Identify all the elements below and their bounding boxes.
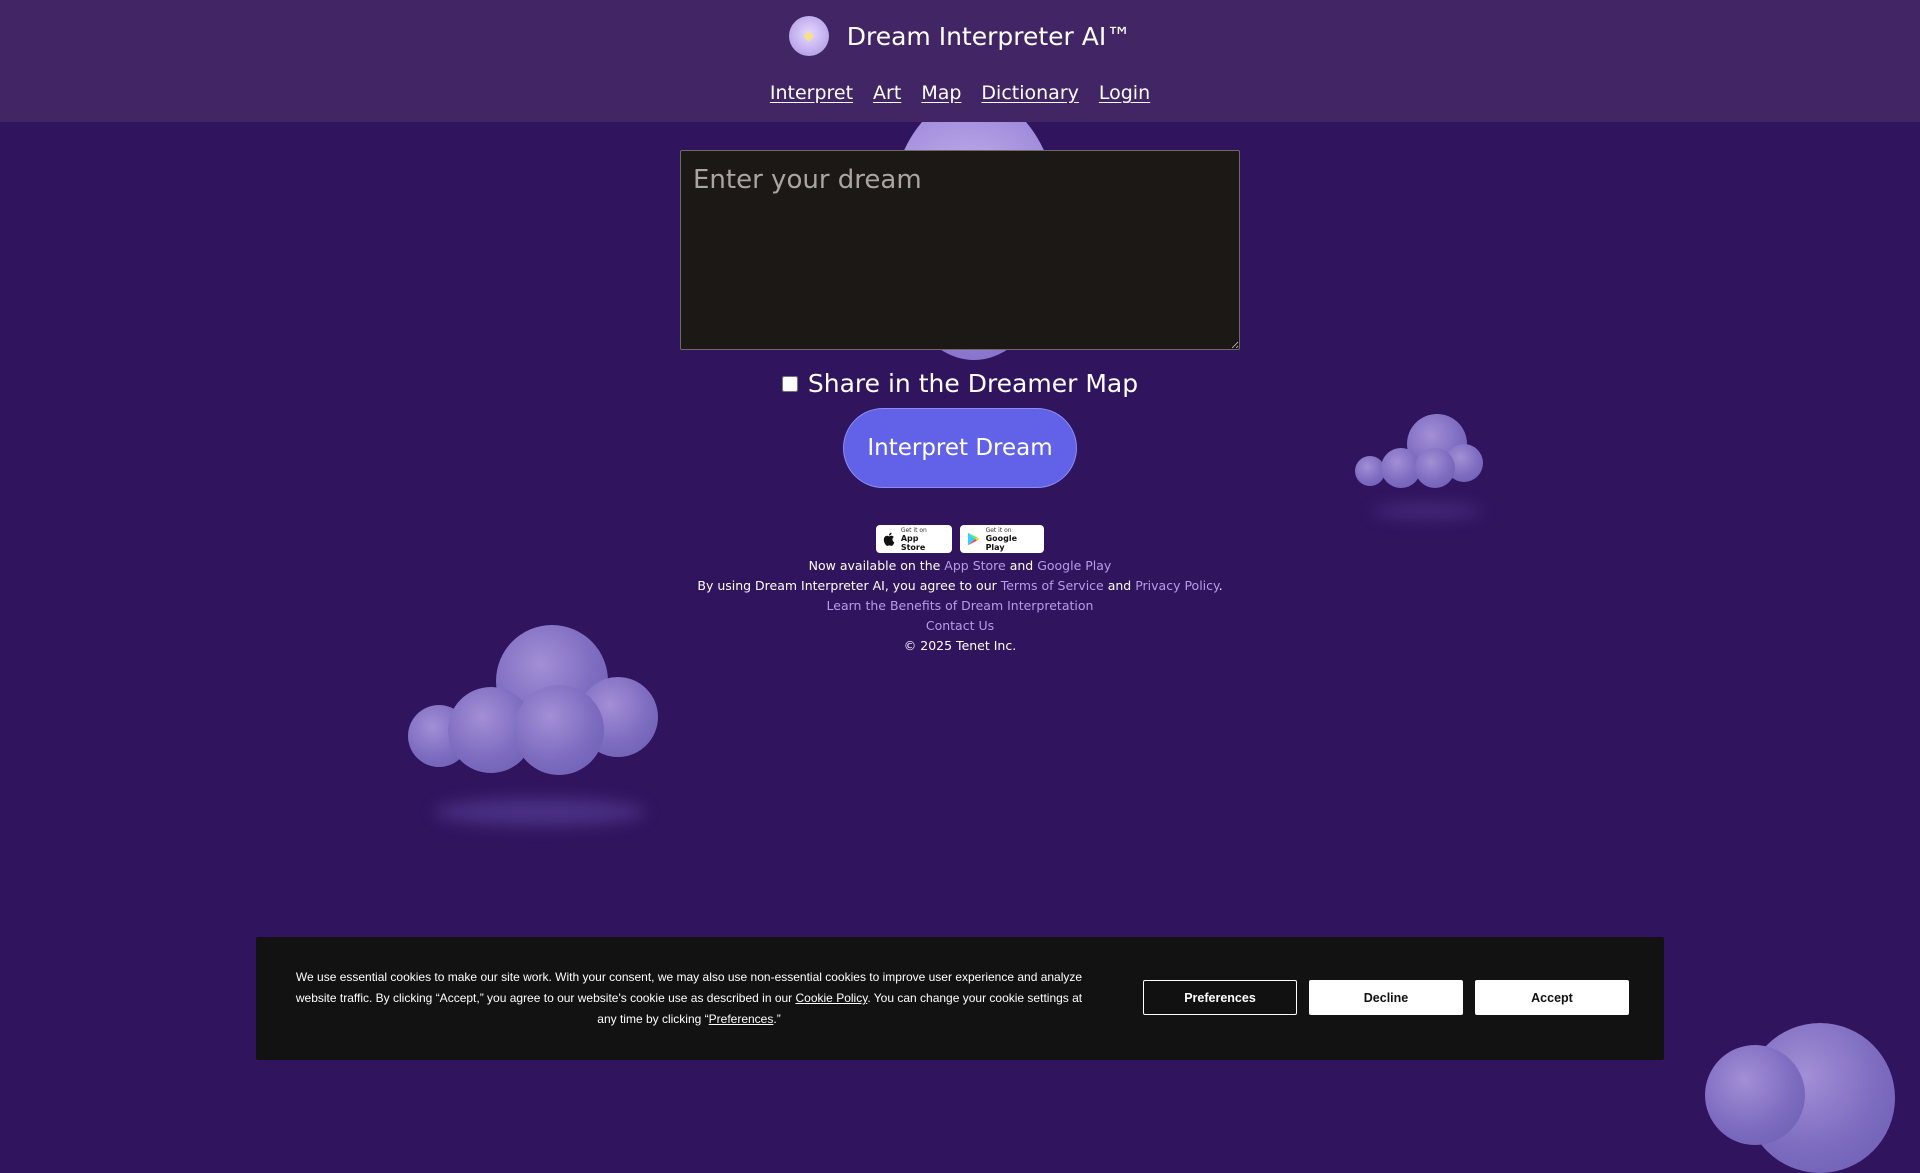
availability-line: Now available on the App Store and Googl… xyxy=(0,556,1920,576)
store-badges: Get it on App Store Get it on Google Pla… xyxy=(0,525,1920,553)
dream-input[interactable] xyxy=(680,150,1240,350)
google-play-link[interactable]: Google Play xyxy=(1037,558,1111,573)
nav-map[interactable]: Map xyxy=(921,82,961,104)
app-store-big-text: App Store xyxy=(900,533,926,552)
google-play-small-text: Get it on xyxy=(985,526,1012,534)
contact-us-link[interactable]: Contact Us xyxy=(926,618,994,633)
nav-login[interactable]: Login xyxy=(1099,82,1150,104)
cookie-preferences-link[interactable]: Preferences xyxy=(709,1012,774,1026)
google-play-icon xyxy=(967,532,980,546)
privacy-policy-link[interactable]: Privacy Policy xyxy=(1135,578,1218,593)
apple-icon xyxy=(883,532,895,546)
footer: Now available on the App Store and Googl… xyxy=(0,556,1920,656)
cookie-policy-link[interactable]: Cookie Policy xyxy=(796,991,868,1005)
terms-of-service-link[interactable]: Terms of Service xyxy=(1001,578,1104,593)
cloud-shadow-left xyxy=(435,798,645,826)
copyright: © 2025 Tenet Inc. xyxy=(903,638,1017,653)
share-label[interactable]: Share in the Dreamer Map xyxy=(808,369,1138,398)
app-store-small-text: Get it on xyxy=(900,526,927,534)
cloud-decoration-right xyxy=(1355,410,1495,510)
app-store-link[interactable]: App Store xyxy=(944,558,1005,573)
cookie-message: We use essential cookies to make our sit… xyxy=(294,967,1084,1030)
decline-button[interactable]: Decline xyxy=(1309,980,1463,1015)
terms-and: and xyxy=(1103,578,1136,593)
preferences-button[interactable]: Preferences xyxy=(1143,980,1297,1015)
google-play-badge[interactable]: Get it on Google Play xyxy=(960,525,1044,553)
terms-prefix: By using Dream Interpreter AI, you agree… xyxy=(697,578,1001,593)
terms-line: By using Dream Interpreter AI, you agree… xyxy=(0,576,1920,596)
share-checkbox[interactable] xyxy=(781,375,798,392)
main-nav: Interpret Art Map Dictionary Login xyxy=(0,82,1920,104)
nav-art[interactable]: Art xyxy=(873,82,901,104)
site-header: ◆ Dream Interpreter AI™ Interpret Art Ma… xyxy=(0,0,1920,122)
app-store-badge[interactable]: Get it on App Store xyxy=(876,525,952,553)
cookie-text-part3: .” xyxy=(773,1012,781,1026)
cloud-decoration-bottom-right xyxy=(1705,1015,1920,1173)
availability-prefix: Now available on the xyxy=(808,558,945,573)
interpret-dream-button[interactable]: Interpret Dream xyxy=(843,408,1077,488)
availability-and: and xyxy=(1005,558,1038,573)
crystal-gem-icon: ◆ xyxy=(788,16,829,56)
share-option: Share in the Dreamer Map xyxy=(0,369,1920,398)
nav-interpret[interactable]: Interpret xyxy=(770,82,853,104)
benefits-link[interactable]: Learn the Benefits of Dream Interpretati… xyxy=(827,598,1094,613)
terms-suffix: . xyxy=(1218,578,1223,593)
site-title: Dream Interpreter AI™ xyxy=(846,21,1132,51)
cookie-banner: We use essential cookies to make our sit… xyxy=(256,937,1664,1060)
brand[interactable]: ◆ Dream Interpreter AI™ xyxy=(0,16,1920,56)
google-play-big-text: Google Play xyxy=(985,533,1018,552)
cloud-shadow-right xyxy=(1372,505,1482,517)
nav-dictionary[interactable]: Dictionary xyxy=(981,82,1078,104)
accept-button[interactable]: Accept xyxy=(1475,980,1629,1015)
